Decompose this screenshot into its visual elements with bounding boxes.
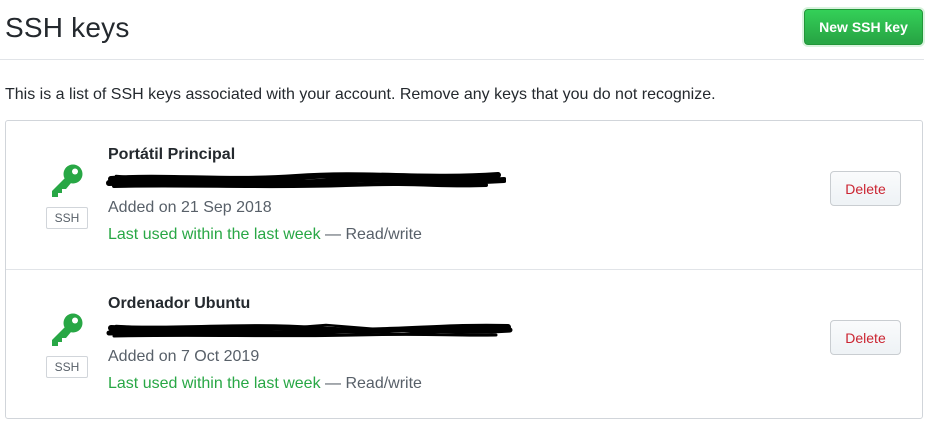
added-date: Added on 21 Sep 2018 (108, 199, 272, 216)
key-icon (46, 310, 86, 350)
last-used-text: Last used within the last week (108, 226, 321, 243)
access-level: — Read/write (325, 375, 422, 392)
ssh-key-row: SSH Ordenador Ubuntu Added on 7 Oct 2019… (6, 270, 922, 419)
key-icon (46, 161, 86, 201)
new-ssh-key-button[interactable]: New SSH key (804, 9, 923, 45)
ssh-key-row: SSH Portátil Principal Added on 21 Sep 2… (6, 121, 922, 270)
ssh-key-list: SSH Portátil Principal Added on 21 Sep 2… (5, 120, 923, 419)
redacted-fingerprint (106, 320, 513, 342)
ssh-badge: SSH (46, 356, 88, 378)
access-level: — Read/write (325, 226, 422, 243)
last-used-text: Last used within the last week (108, 375, 321, 392)
redacted-fingerprint (106, 171, 507, 193)
page-title: SSH keys (5, 12, 130, 43)
ssh-badge: SSH (46, 207, 88, 229)
last-used: Last used within the last week — Read/wr… (108, 226, 422, 244)
page-header: SSH keys New SSH key (0, 0, 924, 60)
intro-text: This is a list of SSH keys associated wi… (5, 86, 716, 103)
key-title: Ordenador Ubuntu (108, 295, 251, 312)
key-title: Portátil Principal (108, 146, 236, 163)
last-used: Last used within the last week — Read/wr… (108, 375, 422, 393)
delete-key-button[interactable]: Delete (830, 171, 901, 206)
delete-key-button[interactable]: Delete (830, 320, 901, 355)
added-date: Added on 7 Oct 2019 (108, 348, 260, 365)
